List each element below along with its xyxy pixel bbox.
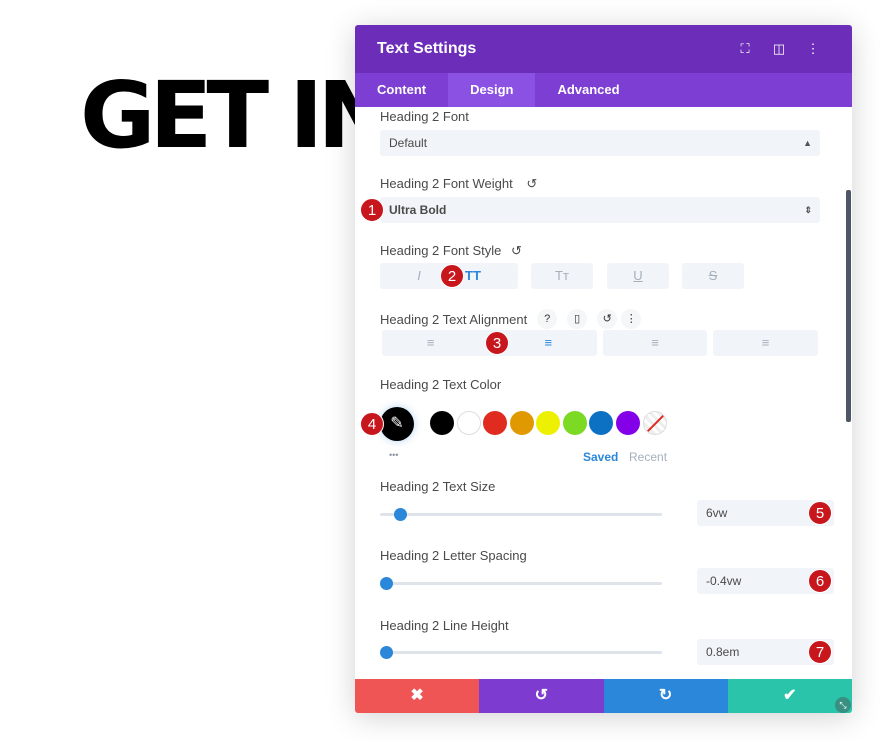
font-label: Heading 2 Font [380, 109, 469, 124]
text-color-label: Heading 2 Text Color [380, 377, 502, 392]
step-badge-3: 3 [485, 331, 509, 355]
step-badge-1: 1 [360, 198, 384, 222]
slash-icon [644, 412, 666, 434]
underline-button[interactable]: U [607, 263, 669, 289]
strikethrough-button[interactable]: S [682, 263, 744, 289]
font-weight-label-text: Heading 2 Font Weight [380, 176, 513, 191]
align-right-button[interactable]: ≡ [603, 330, 707, 356]
tab-content[interactable]: Content [355, 73, 448, 107]
reset-icon[interactable]: ↺ [526, 176, 537, 191]
slider-thumb[interactable] [379, 577, 393, 590]
slider-thumb[interactable] [393, 508, 407, 521]
panel-header: Text Settings ⛶ ◫ ⋮ [355, 25, 852, 73]
undo-button[interactable]: ↺ [479, 679, 604, 713]
letter-spacing-label: Heading 2 Letter Spacing [380, 548, 527, 563]
line-height-slider[interactable] [379, 646, 662, 659]
eyedropper-icon: ✎ [390, 415, 404, 432]
save-button[interactable]: ✔ [727, 679, 852, 713]
more-icon[interactable]: ⋮ [796, 41, 830, 57]
mobile-icon[interactable]: ▯ [567, 309, 588, 329]
split-view-icon[interactable]: ◫ [762, 41, 796, 57]
color-swatch[interactable] [430, 411, 454, 435]
tab-advanced[interactable]: Advanced [535, 73, 641, 107]
step-badge-7: 7 [808, 640, 832, 664]
step-badge-5: 5 [808, 501, 832, 525]
text-size-slider[interactable] [380, 508, 662, 521]
more-icon[interactable]: ⋮ [621, 309, 642, 329]
recent-tab[interactable]: Recent [629, 450, 667, 464]
font-select[interactable]: Default ▲ [380, 130, 820, 156]
font-weight-label: Heading 2 Font Weight ↺ [380, 176, 537, 192]
uppercase-button[interactable]: TT [465, 263, 481, 289]
panel-title: Text Settings [377, 40, 477, 57]
tab-design[interactable]: Design [448, 73, 536, 107]
font-weight-select[interactable]: Ultra Bold ⇕ [380, 197, 820, 223]
font-value: Default [389, 136, 428, 150]
color-swatch[interactable] [536, 411, 560, 435]
alignment-label-text: Heading 2 Text Alignment [380, 311, 528, 327]
saved-tab[interactable]: Saved [583, 450, 618, 464]
color-swatch[interactable] [562, 411, 587, 435]
help-icon[interactable]: ? [537, 309, 558, 329]
font-weight-value: Ultra Bold [389, 203, 447, 217]
color-swatch[interactable] [509, 411, 534, 435]
tab-bar: Content Design Advanced [355, 73, 852, 107]
align-center-icon[interactable]: ≡ [545, 335, 553, 350]
text-settings-panel: Text Settings ⛶ ◫ ⋮ Content Design Advan… [355, 25, 852, 713]
capitalize-button[interactable]: Tт [531, 263, 593, 289]
select-arrows-icon: ▲ [803, 138, 812, 148]
more-colors-button[interactable]: ••• [389, 450, 398, 460]
reset-icon[interactable]: ↺ [597, 309, 618, 329]
line-height-label: Heading 2 Line Height [380, 618, 509, 633]
fullscreen-icon[interactable]: ⛶ [728, 41, 762, 57]
slider-thumb[interactable] [379, 646, 393, 659]
scrollbar[interactable] [846, 190, 851, 422]
italic-icon: I [417, 268, 421, 283]
page-heading: GET IN [80, 62, 394, 169]
color-swatch[interactable] [589, 411, 613, 435]
font-style-label: Heading 2 Font Style ↺ [380, 243, 522, 259]
redo-button[interactable]: ↻ [603, 679, 728, 713]
cancel-button[interactable]: ✖ [355, 679, 480, 713]
font-style-label-text: Heading 2 Font Style [380, 243, 502, 258]
reset-icon[interactable]: ↺ [511, 243, 522, 258]
align-justify-button[interactable]: ≡ [713, 330, 818, 356]
letter-spacing-slider[interactable] [379, 577, 662, 590]
no-color-swatch[interactable] [643, 411, 667, 435]
color-swatch[interactable] [456, 411, 481, 435]
select-arrows-icon: ⇕ [804, 205, 812, 215]
align-left-icon: ≡ [426, 335, 435, 350]
panel-footer: ✖ ↺ ↻ ✔ [355, 679, 852, 713]
step-badge-4: 4 [360, 412, 384, 436]
alignment-label: Heading 2 Text Alignment ? ▯ ↺ ⋮ [380, 309, 642, 329]
step-badge-2: 2 [440, 264, 464, 288]
resize-handle-icon[interactable]: ⤡ [835, 697, 851, 713]
step-badge-6: 6 [808, 569, 832, 593]
eyedropper-button[interactable]: ✎ [380, 407, 414, 441]
text-size-label: Heading 2 Text Size [380, 479, 496, 494]
color-swatch[interactable] [483, 411, 507, 435]
color-swatch[interactable] [615, 411, 640, 435]
